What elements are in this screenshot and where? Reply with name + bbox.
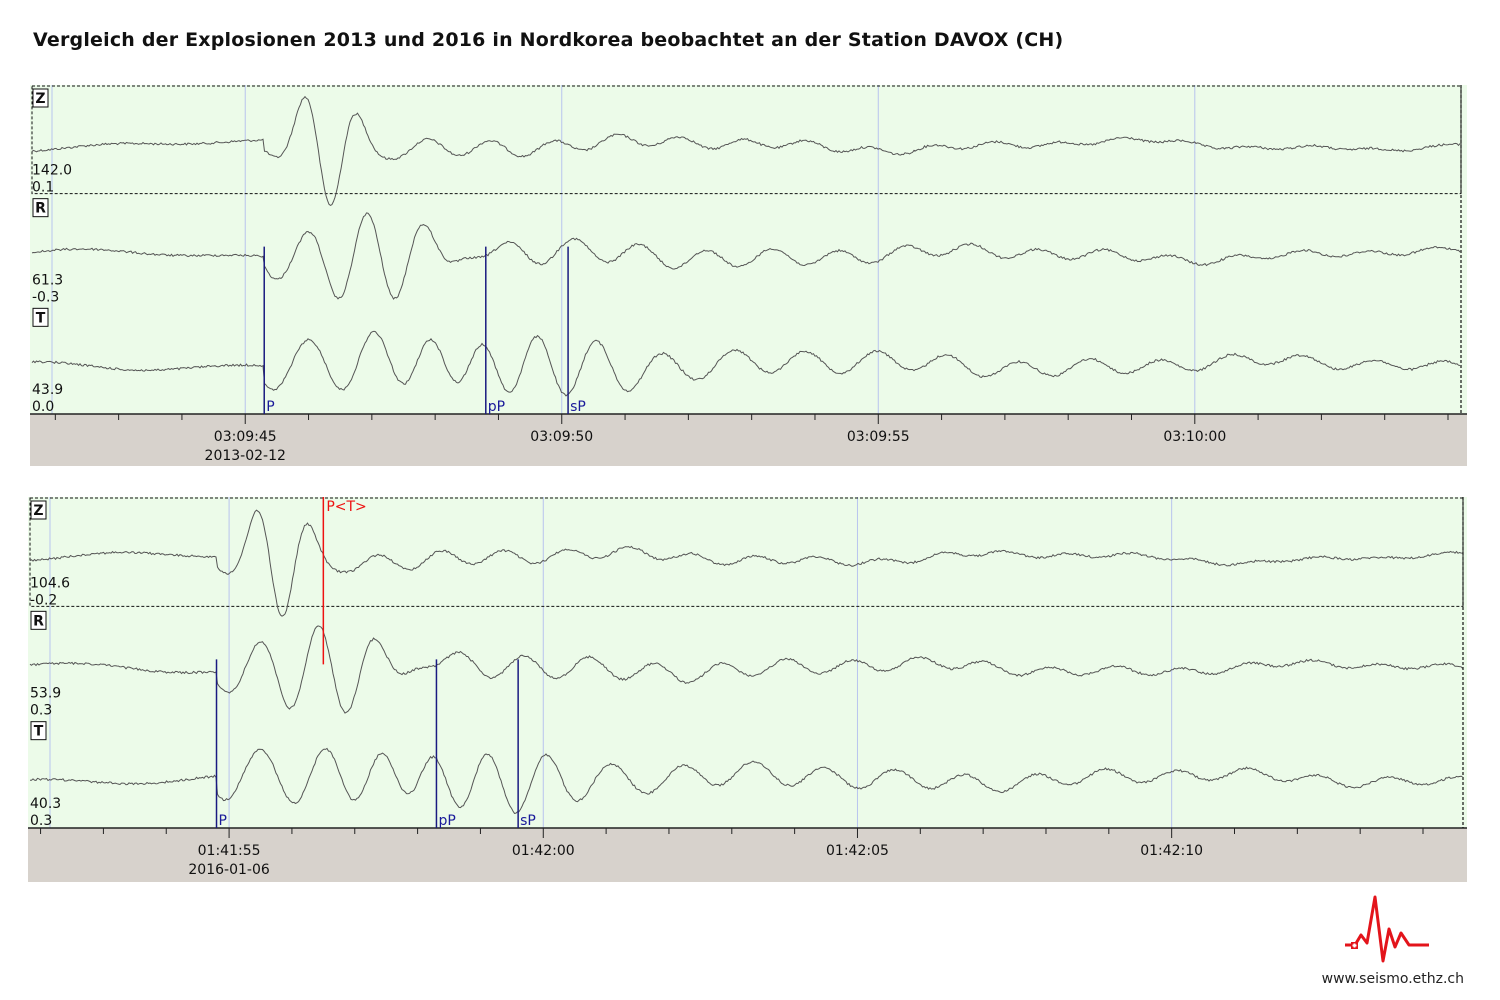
panel-2016: 01:41:55 2016-01-06 01:42:00 01:42:05 01:42:… bbox=[28, 497, 1467, 882]
date-label: 2013-02-12 bbox=[205, 448, 286, 464]
pick-label-pP: pP bbox=[438, 813, 455, 829]
offset-label: 0.0 bbox=[32, 399, 54, 415]
tick-label: 01:41:55 bbox=[198, 843, 261, 859]
seismogram-logo-icon bbox=[1345, 895, 1429, 963]
seismogram-chart: 03:09:45 2013-02-12 03:09:50 03:09:55 03:10:… bbox=[28, 85, 1467, 882]
amplitude-label: 40.3 bbox=[30, 796, 61, 812]
channel-label-R: R bbox=[33, 613, 44, 629]
date-label: 2016-01-06 bbox=[188, 862, 269, 878]
amplitude-label: 142.0 bbox=[32, 163, 72, 179]
tick-label: 03:09:55 bbox=[847, 429, 910, 445]
panel-2013: 03:09:45 2013-02-12 03:09:50 03:09:55 03:10:… bbox=[30, 85, 1467, 466]
tick-label: 03:10:00 bbox=[1163, 429, 1226, 445]
website-url: www.seismo.ethz.ch bbox=[1321, 971, 1464, 987]
tick-label: 01:42:10 bbox=[1140, 843, 1203, 859]
pick-label-P: P bbox=[266, 399, 274, 415]
offset-label: -0.2 bbox=[30, 592, 57, 608]
channel-label-T: T bbox=[34, 724, 44, 740]
pick-label-sP: sP bbox=[570, 399, 586, 415]
amplitude-label: 61.3 bbox=[32, 272, 63, 288]
offset-label: -0.3 bbox=[32, 289, 59, 305]
channel-label-Z: Z bbox=[33, 503, 43, 519]
theoretical-pick-label: P<T> bbox=[326, 499, 366, 515]
amplitude-label: 104.6 bbox=[30, 575, 70, 591]
pick-label-pP: pP bbox=[488, 399, 505, 415]
offset-label: 0.3 bbox=[30, 703, 52, 719]
tick-label: 01:42:05 bbox=[826, 843, 889, 859]
amplitude-label: 53.9 bbox=[30, 686, 61, 702]
tick-label: 03:09:45 bbox=[214, 429, 277, 445]
channel-label-R: R bbox=[35, 201, 46, 217]
pick-label-P: P bbox=[219, 813, 227, 829]
tick-label: 03:09:50 bbox=[530, 429, 593, 445]
channel-label-T: T bbox=[36, 310, 46, 326]
offset-label: 0.1 bbox=[32, 180, 54, 196]
channel-label-Z: Z bbox=[35, 91, 45, 107]
amplitude-label: 43.9 bbox=[32, 382, 63, 398]
pick-label-sP: sP bbox=[520, 813, 536, 829]
tick-label: 01:42:00 bbox=[512, 843, 575, 859]
logo-seismogram-line bbox=[1345, 895, 1429, 963]
offset-label: 0.3 bbox=[30, 813, 52, 829]
